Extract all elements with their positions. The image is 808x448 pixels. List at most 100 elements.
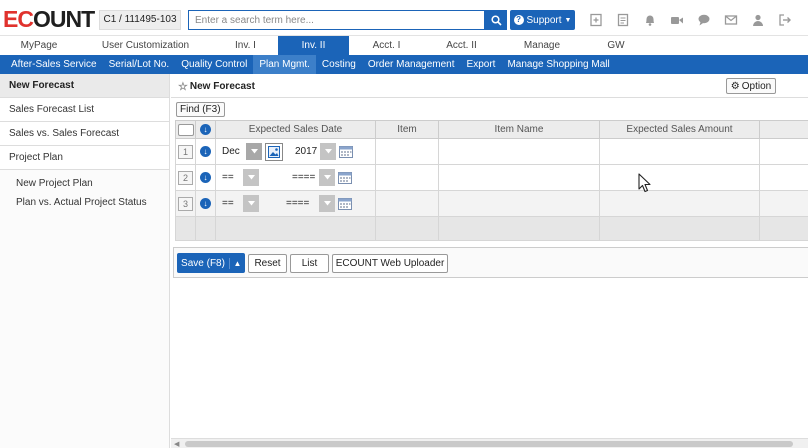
title-bar: ☆ New Forecast ⚙ Option (171, 74, 808, 98)
month-dropdown[interactable] (243, 169, 259, 186)
bell-icon[interactable] (640, 11, 660, 29)
save-button[interactable]: Save (F8) ▲ (177, 253, 245, 273)
chevron-down-icon (324, 149, 332, 154)
mail-icon[interactable] (721, 11, 741, 29)
col-header-extra (759, 120, 808, 139)
submenu-after-sales-service[interactable]: After-Sales Service (5, 55, 103, 74)
calendar-icon[interactable] (338, 171, 352, 185)
submenu-serial-lot-no[interactable]: Serial/Lot No. (103, 55, 176, 74)
forecast-grid: ↓ Expected Sales Date Item Item Name Exp… (175, 120, 808, 241)
download-icon[interactable]: ↓ (200, 124, 211, 135)
sidebar-subitem-new-project-plan[interactable]: New Project Plan (0, 174, 169, 193)
top-header: ECOUNT C1 / 111495-103 ? Support ▼ (0, 0, 808, 36)
submenu-plan-mgmt[interactable]: Plan Mgmt. (253, 55, 316, 74)
horizontal-scrollbar[interactable]: ◀ (171, 438, 808, 448)
calendar-icon[interactable] (339, 145, 354, 159)
scrollbar-thumb[interactable] (185, 441, 793, 447)
action-bar: Save (F8) ▲ Reset List ECOUNT Web Upload… (173, 247, 808, 278)
option-button[interactable]: ⚙ Option (726, 78, 776, 94)
table-row: 2 ↓ == ==== (175, 164, 808, 191)
sidebar-subitem-plan-vs-actual[interactable]: Plan vs. Actual Project Status (0, 193, 169, 212)
table-row: 3 ↓ == ==== (175, 190, 808, 217)
year-dropdown[interactable] (319, 169, 335, 186)
sidebar-item-sales-vs-forecast[interactable]: Sales vs. Sales Forecast (0, 122, 169, 146)
item-cell[interactable] (375, 190, 439, 217)
list-button[interactable]: List (290, 254, 329, 273)
col-header-item-name[interactable]: Item Name (438, 120, 600, 139)
star-icon[interactable]: ☆ (178, 80, 188, 93)
item-cell[interactable] (375, 138, 439, 165)
expected-sales-date-cell: == ==== (215, 190, 376, 217)
search-icon (490, 14, 502, 26)
chevron-up-icon[interactable]: ▲ (230, 259, 245, 268)
item-cell[interactable] (375, 164, 439, 191)
sidebar-item-sales-forecast-list[interactable]: Sales Forecast List (0, 98, 169, 122)
year-dropdown[interactable] (319, 195, 335, 212)
submenu-costing[interactable]: Costing (316, 55, 362, 74)
document-icon[interactable] (613, 11, 633, 29)
chat-icon[interactable] (694, 11, 714, 29)
expected-sales-amount-cell[interactable] (599, 190, 760, 217)
table-row: 1 ↓ Dec 2017 (175, 138, 808, 165)
web-uploader-button[interactable]: ECOUNT Web Uploader (332, 254, 448, 273)
row-action-icon[interactable]: ↓ (200, 198, 211, 209)
select-all-checkbox[interactable] (177, 123, 194, 136)
submenu-quality-control[interactable]: Quality Control (175, 55, 253, 74)
reset-button[interactable]: Reset (248, 254, 287, 273)
main-content: ☆ New Forecast ⚙ Option Find (F3) ↓ Expe… (171, 74, 808, 448)
company-id-label[interactable]: C1 / 111495-103 (99, 10, 181, 30)
find-button[interactable]: Find (F3) (176, 102, 225, 117)
chevron-down-icon: ▼ (564, 16, 572, 24)
chevron-down-icon (247, 201, 255, 206)
search-input[interactable] (188, 10, 485, 30)
tab-acct-ii[interactable]: Acct. II (424, 36, 499, 55)
expected-sales-date-cell: == ==== (215, 164, 376, 191)
col-header-item[interactable]: Item (375, 120, 439, 139)
date-picker-button[interactable] (265, 142, 283, 161)
year-dropdown[interactable] (320, 143, 337, 160)
month-dropdown[interactable] (243, 195, 259, 212)
month-value: == (222, 172, 234, 183)
header-checkbox-cell (175, 120, 196, 139)
col-header-expected-sales-date[interactable]: Expected Sales Date (215, 120, 376, 139)
row-action-icon[interactable]: ↓ (200, 172, 211, 183)
month-dropdown[interactable] (246, 143, 262, 160)
sidebar-item-project-plan[interactable]: Project Plan (0, 146, 169, 170)
row-number: 3 (178, 196, 193, 211)
row-action-icon[interactable]: ↓ (200, 146, 211, 157)
tab-gw[interactable]: GW (585, 36, 647, 55)
tab-user-customization[interactable]: User Customization (78, 36, 213, 55)
sidebar-item-new-forecast[interactable]: New Forecast (0, 74, 169, 98)
item-name-cell[interactable] (438, 138, 600, 165)
calendar-icon[interactable] (338, 197, 352, 211)
video-icon[interactable] (667, 11, 687, 29)
row-number: 1 (178, 144, 193, 159)
logout-icon[interactable] (775, 11, 795, 29)
ecount-logo[interactable]: EC OUNT (3, 6, 95, 32)
row-icon-cell: ↓ (195, 190, 216, 217)
support-button[interactable]: ? Support ▼ (510, 10, 575, 30)
tab-manage[interactable]: Manage (499, 36, 585, 55)
tab-acct-i[interactable]: Acct. I (349, 36, 424, 55)
gear-icon: ⚙ (730, 80, 740, 92)
submenu-order-management[interactable]: Order Management (362, 55, 461, 74)
expected-sales-amount-cell[interactable] (599, 164, 760, 191)
user-icon[interactable] (748, 11, 768, 29)
tab-inv-i[interactable]: Inv. I (213, 36, 278, 55)
submenu-export[interactable]: Export (461, 55, 502, 74)
tab-inv-ii[interactable]: Inv. II (278, 36, 349, 55)
year-value: 2017 (295, 146, 318, 157)
header-icon-group (586, 11, 795, 29)
tab-mypage[interactable]: MyPage (0, 36, 78, 55)
item-name-cell[interactable] (438, 190, 600, 217)
chevron-down-icon (247, 175, 255, 180)
expected-sales-date-cell: Dec 2017 (215, 138, 376, 165)
col-header-expected-sales-amount[interactable]: Expected Sales Amount (599, 120, 760, 139)
new-window-icon[interactable] (586, 11, 606, 29)
extra-cell (759, 164, 808, 191)
expected-sales-amount-cell[interactable] (599, 138, 760, 165)
submenu-manage-shopping-mall[interactable]: Manage Shopping Mall (501, 55, 615, 74)
search-button[interactable] (485, 10, 507, 30)
scroll-left-icon[interactable]: ◀ (174, 440, 179, 448)
item-name-cell[interactable] (438, 164, 600, 191)
